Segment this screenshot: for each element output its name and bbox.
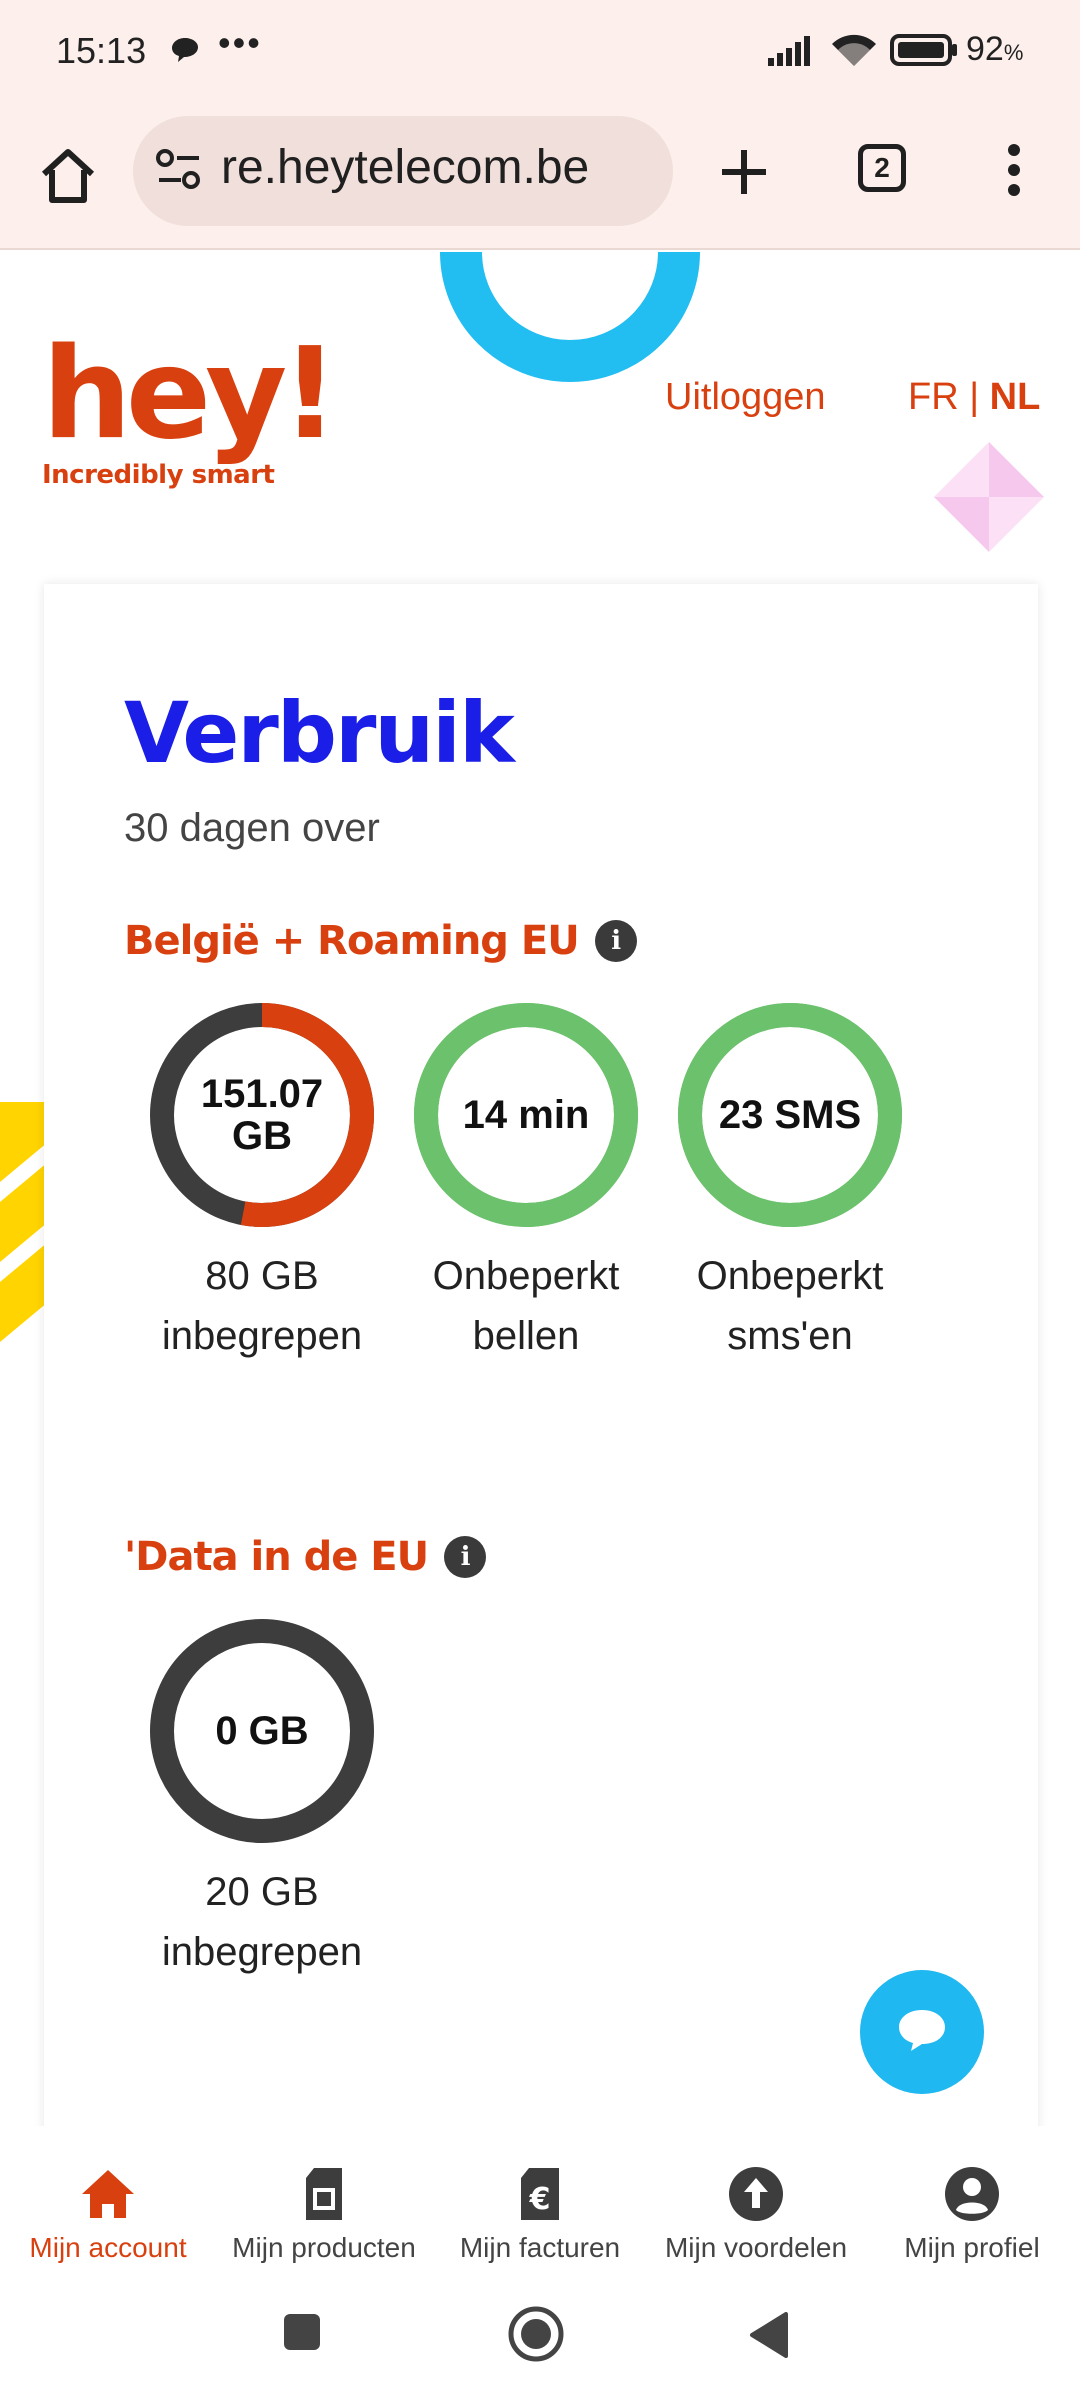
battery-icon: [890, 34, 960, 71]
nav-label: Mijn facturen: [459, 2232, 621, 2263]
lang-fr-link[interactable]: FR: [908, 376, 959, 418]
hey-logo[interactable]: hey! Incredibly smart: [42, 320, 339, 491]
sms-usage-gauge: 23 SMS Onbeperkt sms'en: [675, 1000, 905, 1366]
gauge-value: 0 GB: [215, 1709, 309, 1753]
invoice-euro-icon: €: [517, 2164, 563, 2224]
signal-icon: [768, 34, 818, 71]
nav-label: Mijn account: [29, 2232, 187, 2263]
gauge-label: Onbeperkt sms'en: [675, 1246, 905, 1366]
section-title-text: België + Roaming EU: [124, 918, 580, 964]
sim-card-icon: [302, 2164, 346, 2224]
gauge-value: 23 SMS: [718, 1093, 862, 1137]
gauge-label-line1: Onbeperkt: [696, 1254, 884, 1298]
web-page: hey! Incredibly smart Uitloggen FR | NL …: [0, 252, 1080, 2126]
nav-item-profile[interactable]: Mijn profiel: [864, 2126, 1080, 2282]
battery-level: 92%: [966, 30, 1024, 68]
upgrade-arrow-icon: [728, 2164, 784, 2224]
chat-button[interactable]: [860, 1970, 984, 2094]
new-tab-icon[interactable]: [716, 144, 772, 205]
gauge-label-line2: bellen: [472, 1314, 580, 1358]
info-icon[interactable]: i: [594, 920, 637, 962]
nav-item-products[interactable]: Mijn producten: [216, 2126, 432, 2282]
bottom-navigation: Mijn account Mijn producten € Mijn factu…: [0, 2126, 1080, 2282]
usage-card: Verbruik 30 dagen over België + Roaming …: [44, 584, 1038, 2126]
logout-link[interactable]: Uitloggen: [665, 376, 826, 419]
days-remaining: 30 dagen over: [124, 806, 380, 850]
gauge-label-line1: Onbeperkt: [432, 1254, 620, 1298]
nav-item-benefits[interactable]: Mijn voordelen: [648, 2126, 864, 2282]
gauge-label: Onbeperkt bellen: [411, 1246, 641, 1366]
gauge-label-line2: sms'en: [727, 1314, 853, 1358]
system-navigation-bar: [0, 2282, 1080, 2400]
back-icon[interactable]: [748, 2312, 788, 2363]
gauge-label-line2: inbegrepen: [161, 1314, 363, 1358]
tab-switcher-button[interactable]: 2: [858, 144, 906, 192]
gauge-value: 151.07 GB: [200, 1072, 324, 1158]
status-time: 15:13: [56, 30, 147, 71]
home-icon[interactable]: [36, 144, 100, 208]
info-icon[interactable]: i: [444, 1536, 487, 1578]
chat-notification-icon: [170, 36, 200, 69]
site-settings-icon[interactable]: [155, 148, 203, 197]
lang-separator: |: [958, 376, 990, 418]
language-switcher: FR | NL: [908, 376, 1040, 419]
url-text[interactable]: re.heytelecom.be: [221, 140, 661, 195]
section-belgium-roaming: België + Roaming EU i: [124, 918, 637, 964]
more-menu-icon[interactable]: [1000, 140, 1028, 205]
address-bar[interactable]: re.heytelecom.be: [133, 116, 673, 226]
call-usage-gauge: 14 min Onbeperkt bellen: [411, 1000, 641, 1366]
lang-nl-link[interactable]: NL: [990, 376, 1041, 418]
data-usage-gauge: 151.07 GB 80 GB inbegrepen: [147, 1000, 377, 1366]
gauge-label-line1: 20 GB: [205, 1870, 319, 1914]
section-data-eu: 'Data in de EU i: [124, 1534, 487, 1580]
nav-item-invoices[interactable]: € Mijn facturen: [432, 2126, 648, 2282]
gauge-label: 80 GB inbegrepen: [147, 1246, 377, 1366]
nav-label: Mijn producten: [232, 2232, 416, 2263]
decorative-diamond: [934, 442, 1044, 557]
gauge-label-line1: 80 GB: [205, 1254, 319, 1298]
recent-apps-icon[interactable]: [282, 2312, 322, 2357]
page-title: Verbruik: [124, 684, 515, 782]
svg-text:€: €: [529, 2182, 551, 2217]
more-notifications-icon: •••: [218, 22, 262, 63]
gauge-label-line2: inbegrepen: [161, 1930, 363, 1974]
chat-bubble-icon: [896, 2007, 948, 2058]
nav-item-account[interactable]: Mijn account: [0, 2126, 216, 2282]
gauge-label: 20 GB inbegrepen: [147, 1862, 377, 1982]
gauge-value: 14 min: [462, 1093, 590, 1137]
home-circle-icon[interactable]: [506, 2304, 566, 2369]
eu-data-gauge: 0 GB 20 GB inbegrepen: [147, 1616, 377, 1982]
decorative-stripes: [0, 1102, 48, 1347]
home-icon: [78, 2164, 138, 2224]
section-title-text: 'Data in de EU: [124, 1534, 429, 1580]
logo-wordmark: hey!: [42, 320, 339, 467]
profile-icon: [944, 2164, 1000, 2224]
nav-label: Mijn profiel: [904, 2232, 1040, 2263]
decorative-ring: [440, 252, 700, 382]
wifi-icon: [830, 34, 878, 73]
browser-toolbar: re.heytelecom.be 2: [0, 100, 1080, 250]
nav-label: Mijn voordelen: [664, 2232, 848, 2263]
status-bar: 15:13 ••• 92%: [0, 0, 1080, 100]
